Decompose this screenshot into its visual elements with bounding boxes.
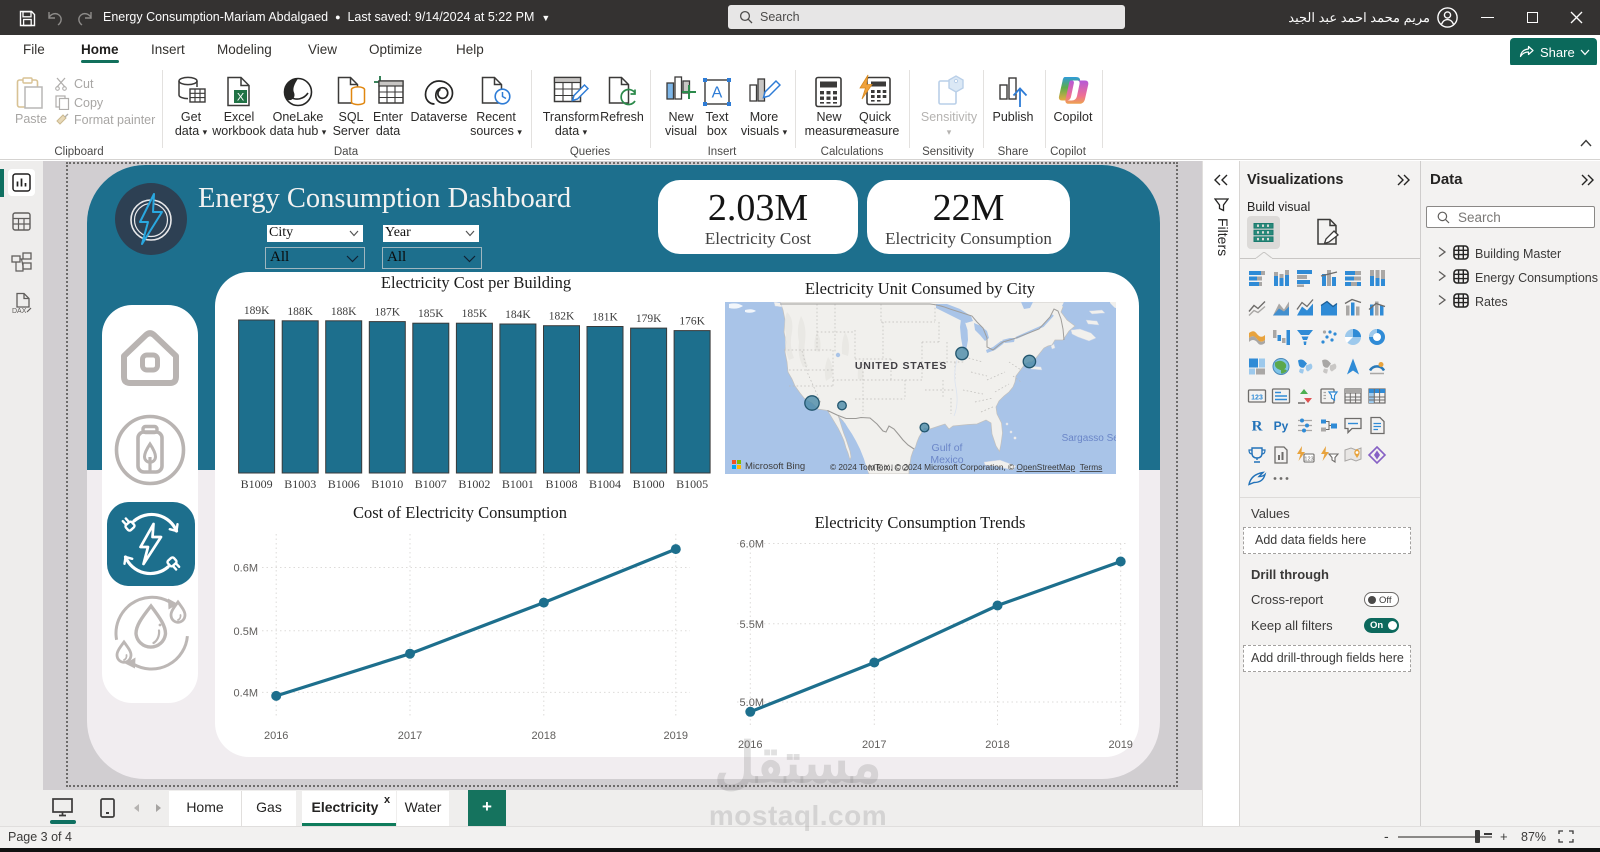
svg-text:B1006: B1006	[328, 477, 360, 491]
svg-text:© 2024 TomTom, © 2024 Microsof: © 2024 TomTom, © 2024 Microsoft Corporat…	[830, 462, 1102, 472]
svg-text:5.5M: 5.5M	[740, 619, 764, 631]
svg-text:DAX: DAX	[12, 308, 27, 315]
svg-text:188K: 188K	[331, 306, 357, 318]
svg-text:123: 123	[1251, 395, 1263, 402]
svg-text:176K: 176K	[679, 316, 705, 328]
svg-text:2019: 2019	[664, 730, 688, 742]
svg-text:179K: 179K	[636, 313, 662, 325]
svg-text:0.5M: 0.5M	[234, 626, 258, 638]
svg-text:123: 123	[1304, 457, 1313, 463]
svg-text:B1008: B1008	[545, 477, 577, 491]
svg-text:2019: 2019	[1108, 739, 1132, 751]
svg-text:185K: 185K	[418, 308, 444, 320]
svg-text:188K: 188K	[287, 306, 313, 318]
svg-text:2018: 2018	[532, 730, 556, 742]
svg-text:B1001: B1001	[502, 477, 534, 491]
svg-text:B1004: B1004	[589, 477, 621, 491]
svg-text:A: A	[712, 85, 723, 102]
svg-text:B1007: B1007	[415, 477, 447, 491]
svg-text:B1005: B1005	[676, 477, 708, 491]
svg-text:Microsoft Bing: Microsoft Bing	[745, 461, 805, 472]
svg-text:B1003: B1003	[284, 477, 316, 491]
svg-text:189K: 189K	[244, 305, 270, 317]
svg-text:B1002: B1002	[458, 477, 490, 491]
svg-text:B1009: B1009	[241, 477, 273, 491]
svg-text:182K: 182K	[549, 311, 575, 323]
svg-text:2016: 2016	[264, 730, 288, 742]
svg-text:Sargasso Sea: Sargasso Sea	[1062, 433, 1116, 444]
svg-text:185K: 185K	[462, 308, 488, 320]
svg-text:Gulf of: Gulf of	[932, 442, 963, 454]
svg-text:184K: 184K	[505, 309, 531, 321]
svg-text:Py: Py	[1274, 419, 1289, 433]
svg-text:2018: 2018	[985, 739, 1009, 751]
svg-text:0.4M: 0.4M	[234, 687, 258, 699]
svg-text:UNITED STATES: UNITED STATES	[855, 360, 947, 372]
svg-text:187K: 187K	[375, 307, 401, 319]
svg-text:2017: 2017	[398, 730, 422, 742]
svg-text:B1010: B1010	[371, 477, 403, 491]
svg-text:6.0M: 6.0M	[740, 539, 764, 551]
svg-text:B1000: B1000	[633, 477, 665, 491]
svg-text:X: X	[237, 92, 245, 104]
svg-text:0.6M: 0.6M	[234, 563, 258, 575]
svg-text:R: R	[1252, 419, 1263, 435]
svg-text:181K: 181K	[592, 312, 618, 324]
